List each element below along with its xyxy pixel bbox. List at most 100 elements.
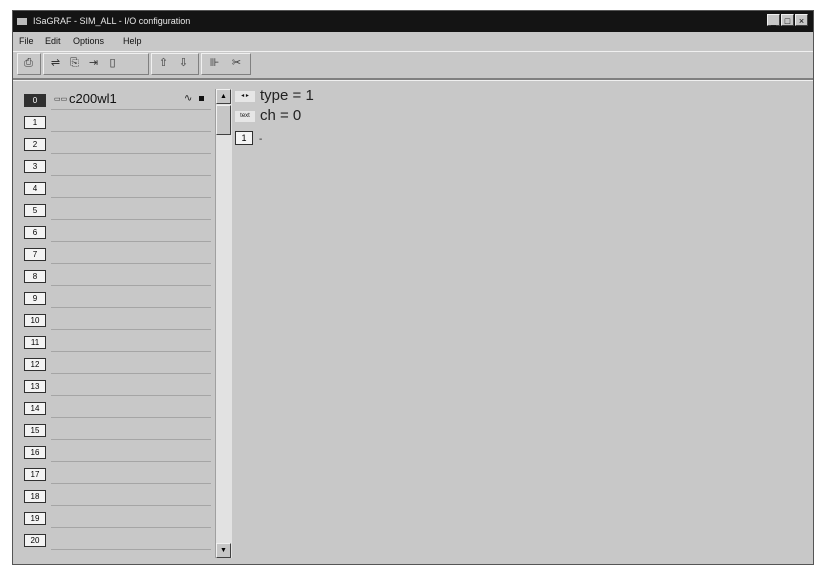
connect-icon[interactable]: ⇌ xyxy=(47,55,64,72)
menu-edit[interactable]: Edit xyxy=(45,33,61,49)
slot-number[interactable]: 1 xyxy=(24,116,46,129)
slot-scrollbar[interactable]: ▲ ▼ xyxy=(215,89,232,558)
slot-row[interactable]: 15 xyxy=(20,419,214,441)
cut-icon[interactable]: ✂ xyxy=(228,55,245,72)
board-cell[interactable] xyxy=(51,222,211,242)
board-cell[interactable] xyxy=(51,310,211,330)
channel-marker: - xyxy=(259,134,263,145)
window-title: ISaGRAF - SIM_ALL - I/O configuration xyxy=(33,16,191,26)
channel-number[interactable]: 1 xyxy=(235,131,253,145)
slot-row[interactable]: 14 xyxy=(20,397,214,419)
slot-number[interactable]: 6 xyxy=(24,226,46,239)
slot-row[interactable]: 19 xyxy=(20,507,214,529)
slot-number[interactable]: 0 xyxy=(24,94,46,107)
io-type-icon: ◂ ▸ xyxy=(235,91,255,102)
slot-number[interactable]: 15 xyxy=(24,424,46,437)
slot-row[interactable]: 11 xyxy=(20,331,214,353)
slot-row[interactable]: 1 xyxy=(20,111,214,133)
board-cell[interactable] xyxy=(51,530,211,550)
board-cell[interactable] xyxy=(51,376,211,396)
board-cell[interactable] xyxy=(51,332,211,352)
menu-options[interactable]: Options xyxy=(73,33,104,49)
slot-row[interactable]: 5 xyxy=(20,199,214,221)
slot-row[interactable]: 3 xyxy=(20,155,214,177)
slot-number[interactable]: 3 xyxy=(24,160,46,173)
insert-icon[interactable]: ⇥ xyxy=(85,55,102,72)
slot-row[interactable]: 16 xyxy=(20,441,214,463)
maximize-button[interactable]: □ xyxy=(781,14,794,26)
copy-icon[interactable]: ⎘ xyxy=(66,55,83,72)
board-details: ◂ ▸ type = 1 text ch = 0 1 - xyxy=(235,85,535,175)
app-window: ISaGRAF - SIM_ALL - I/O configuration _ … xyxy=(12,10,814,565)
slot-row[interactable]: 4 xyxy=(20,177,214,199)
slot-row[interactable]: 10 xyxy=(20,309,214,331)
slot-number[interactable]: 18 xyxy=(24,490,46,503)
slot-row[interactable]: 12 xyxy=(20,353,214,375)
slot-row[interactable]: 9 xyxy=(20,287,214,309)
board-cell[interactable] xyxy=(51,464,211,484)
menu-bar: File Edit Options Help xyxy=(13,33,813,49)
menu-file[interactable]: File xyxy=(19,33,34,49)
slot-number[interactable]: 4 xyxy=(24,182,46,195)
title-bar: ISaGRAF - SIM_ALL - I/O configuration _ … xyxy=(13,11,813,32)
io-icon: ▭▭ xyxy=(54,96,68,103)
slot-row[interactable]: 13 xyxy=(20,375,214,397)
move-down-icon[interactable]: ⇩ xyxy=(175,55,192,72)
app-icon xyxy=(17,18,27,25)
ch-value: ch = 0 xyxy=(260,107,302,124)
move-up-icon[interactable]: ⇧ xyxy=(155,55,172,72)
slot-row[interactable]: 20 xyxy=(20,529,214,551)
slot-number[interactable]: 8 xyxy=(24,270,46,283)
print-icon[interactable]: ⎙ xyxy=(20,55,37,72)
text-icon: text xyxy=(235,111,255,122)
board-cell[interactable] xyxy=(51,134,211,154)
board-cell[interactable] xyxy=(51,200,211,220)
board-cell[interactable]: ▭▭ c200wl1 ∿ xyxy=(51,90,211,110)
scroll-up-button[interactable]: ▲ xyxy=(216,89,231,104)
menu-help[interactable]: Help xyxy=(123,33,142,49)
slot-number[interactable]: 16 xyxy=(24,446,46,459)
slot-row[interactable]: 0 ▭▭ c200wl1 ∿ xyxy=(20,89,214,111)
slot-number[interactable]: 19 xyxy=(24,512,46,525)
slot-row[interactable]: 18 xyxy=(20,485,214,507)
slot-row[interactable]: 2 xyxy=(20,133,214,155)
board-cell[interactable] xyxy=(51,420,211,440)
board-cell[interactable] xyxy=(51,266,211,286)
slot-row[interactable]: 8 xyxy=(20,265,214,287)
slot-number[interactable]: 12 xyxy=(24,358,46,371)
slot-row[interactable]: 7 xyxy=(20,243,214,265)
slot-number[interactable]: 7 xyxy=(24,248,46,261)
board-cell[interactable] xyxy=(51,288,211,308)
slot-number[interactable]: 13 xyxy=(24,380,46,393)
board-cell[interactable] xyxy=(51,178,211,198)
board-cell[interactable] xyxy=(51,112,211,132)
scroll-down-button[interactable]: ▼ xyxy=(216,543,231,558)
slot-number[interactable]: 20 xyxy=(24,534,46,547)
toolbar: ⎙ ⇌ ⎘ ⇥ ▯ ⇧ ⇩ ⊪ ✂ xyxy=(13,51,813,79)
slot-number[interactable]: 14 xyxy=(24,402,46,415)
slot-number[interactable]: 10 xyxy=(24,314,46,327)
board-cell[interactable] xyxy=(51,156,211,176)
set-icon[interactable]: ⊪ xyxy=(206,55,223,72)
toolbar-separator xyxy=(13,79,813,81)
wave-icon: ∿ xyxy=(184,93,193,104)
slot-row[interactable]: 17 xyxy=(20,463,214,485)
slot-number[interactable]: 17 xyxy=(24,468,46,481)
board-cell[interactable] xyxy=(51,354,211,374)
slot-number[interactable]: 9 xyxy=(24,292,46,305)
board-cell[interactable] xyxy=(51,442,211,462)
slot-number[interactable]: 11 xyxy=(24,336,46,349)
board-cell[interactable] xyxy=(51,398,211,418)
board-cell[interactable] xyxy=(51,508,211,528)
board-cell[interactable] xyxy=(51,244,211,264)
minimize-button[interactable]: _ xyxy=(767,14,780,26)
delete-icon[interactable]: ▯ xyxy=(104,55,121,72)
slot-number[interactable]: 5 xyxy=(24,204,46,217)
type-value: type = 1 xyxy=(260,87,314,104)
board-cell[interactable] xyxy=(51,486,211,506)
slot-number[interactable]: 2 xyxy=(24,138,46,151)
close-button[interactable]: × xyxy=(795,14,808,26)
slot-list: 0 ▭▭ c200wl1 ∿ 1 2 3 4 5 6 7 8 9 10 11 1… xyxy=(20,89,214,551)
slot-row[interactable]: 6 xyxy=(20,221,214,243)
scroll-thumb[interactable] xyxy=(216,105,231,135)
